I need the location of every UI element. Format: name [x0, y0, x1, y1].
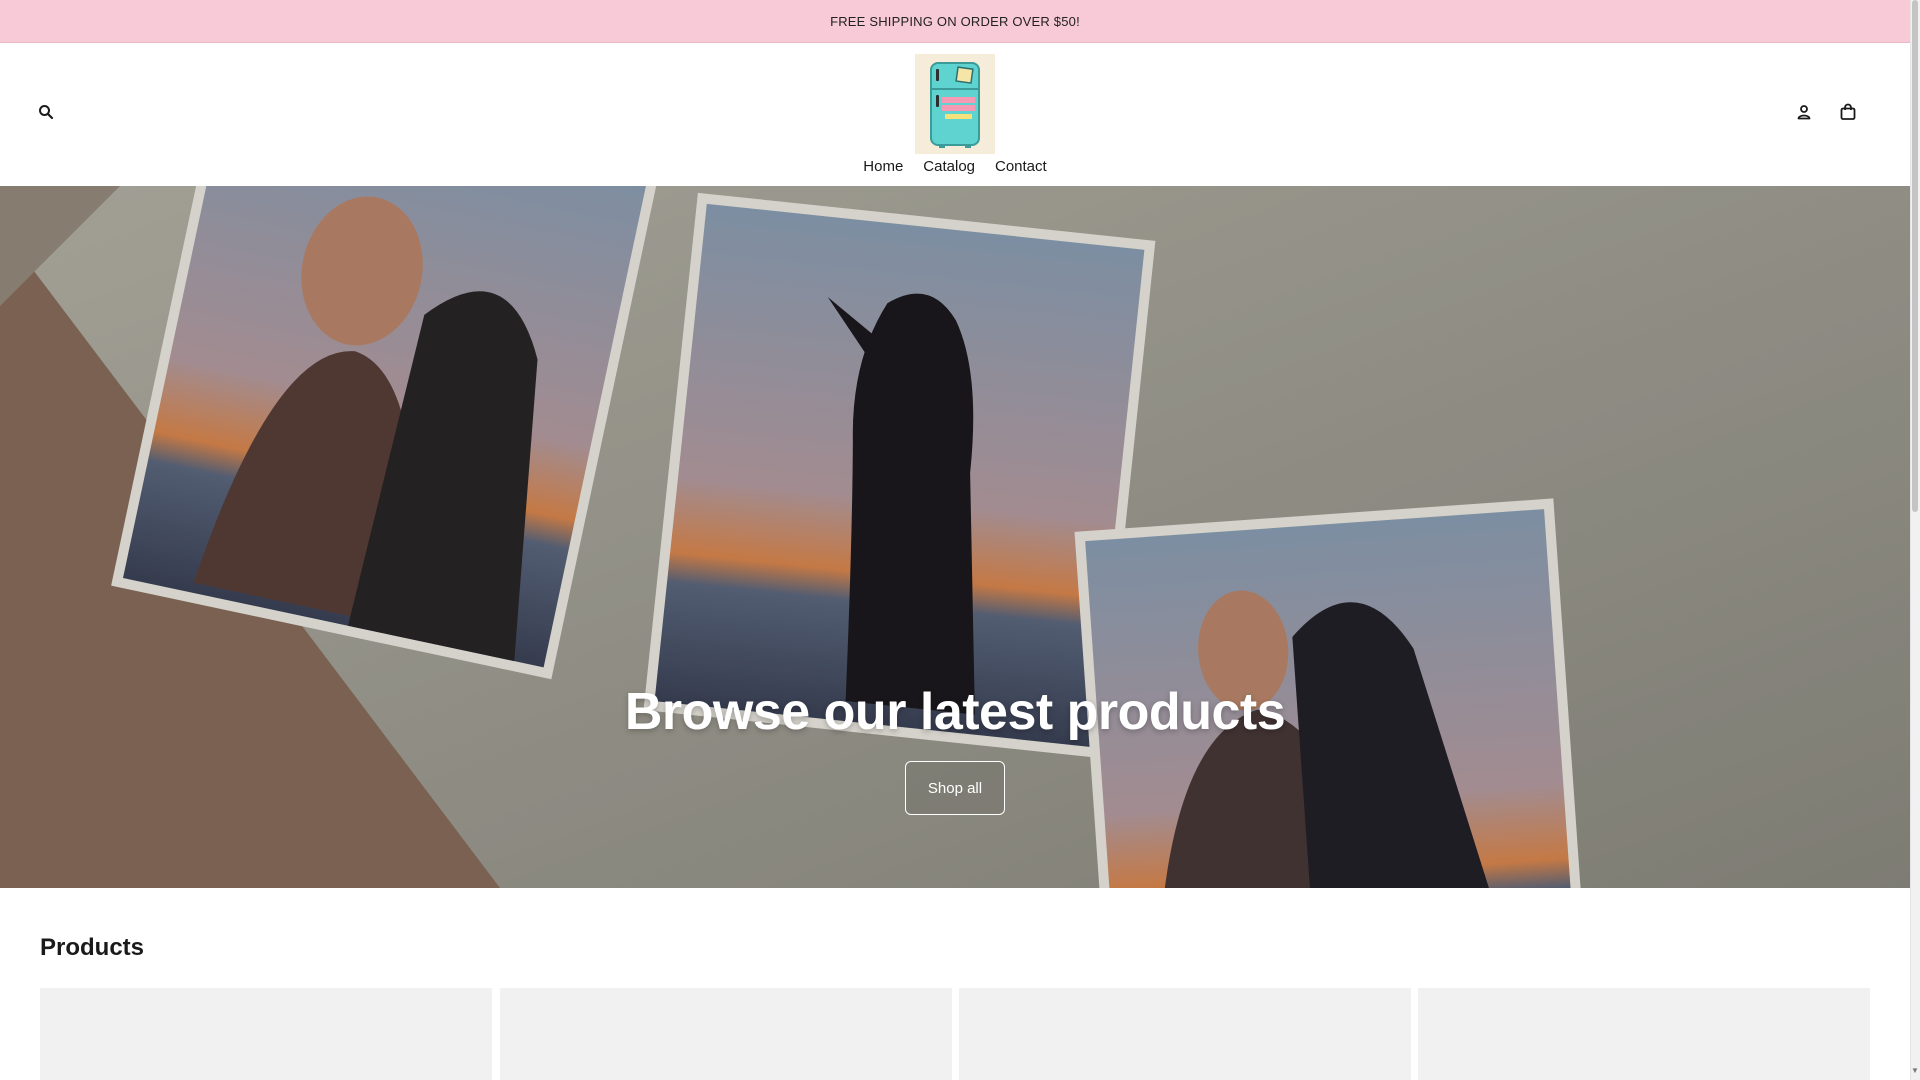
products-heading: Products	[40, 934, 145, 961]
shopping-bag-icon	[1840, 103, 1856, 120]
scroll-down-arrow-icon[interactable]: ▼	[1911, 1066, 1919, 1076]
product-card[interactable]	[500, 988, 952, 1080]
product-card[interactable]	[40, 988, 492, 1080]
search-button[interactable]	[28, 94, 64, 130]
hero-banner: Browse our latest products Shop all	[0, 186, 1910, 888]
account-button[interactable]	[1786, 94, 1822, 130]
nav-link-home[interactable]: Home	[863, 158, 903, 175]
cart-button[interactable]	[1830, 94, 1866, 130]
product-card[interactable]	[1418, 988, 1870, 1080]
page: FREE SHIPPING ON ORDER OVER $50! Home Ca…	[0, 0, 1910, 1080]
product-card[interactable]	[959, 988, 1411, 1080]
nav-link-catalog[interactable]: Catalog	[923, 158, 975, 175]
nav-link-contact[interactable]: Contact	[995, 158, 1047, 175]
site-header: Home Catalog Contact	[0, 43, 1910, 186]
shop-all-button[interactable]: Shop all	[905, 761, 1005, 815]
announcement-text: FREE SHIPPING ON ORDER OVER $50!	[830, 13, 1080, 29]
main-nav: Home Catalog Contact	[0, 158, 1910, 175]
announcement-bar: FREE SHIPPING ON ORDER OVER $50!	[0, 0, 1910, 43]
account-icon	[1797, 105, 1811, 120]
hero-title: Browse our latest products	[624, 683, 1286, 741]
search-icon	[39, 105, 54, 120]
scrollbar-thumb[interactable]	[1912, 0, 1918, 512]
store-logo[interactable]	[915, 54, 995, 154]
retro-fridge-logo	[930, 62, 980, 148]
